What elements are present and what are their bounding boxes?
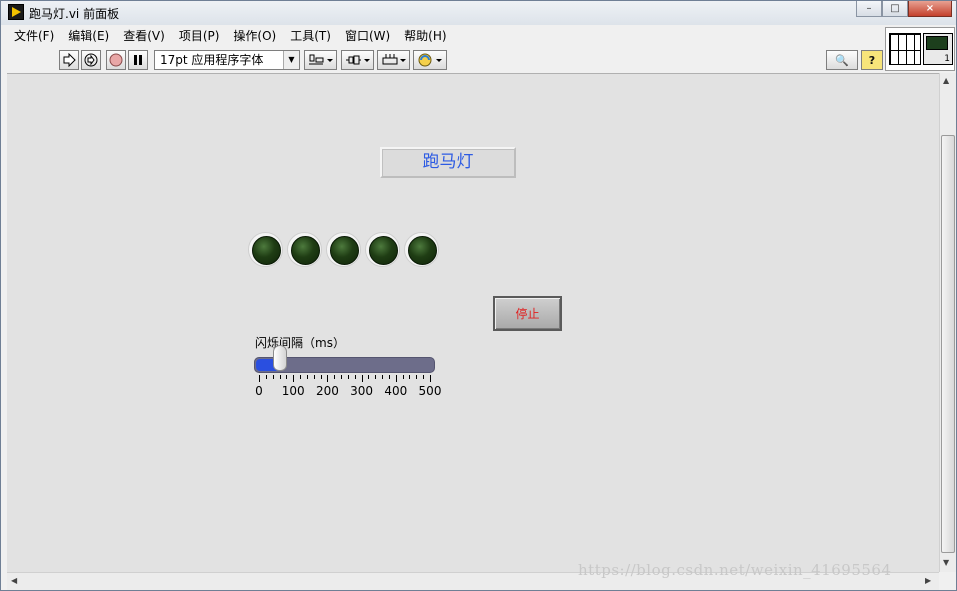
slider-tick	[395, 375, 397, 382]
slider-tick	[388, 375, 390, 379]
icon-connector-pane: 1	[885, 27, 955, 71]
slider-tick	[286, 375, 288, 379]
slider-tick	[382, 375, 384, 379]
font-select[interactable]: 17pt 应用程序字体 ▼	[154, 50, 300, 70]
slider-tick	[320, 375, 322, 379]
pause-button[interactable]	[128, 50, 148, 70]
toolbar: 17pt 应用程序字体 ▼ 🔍 ?	[7, 47, 884, 73]
resize-objects-button[interactable]	[377, 50, 410, 70]
font-select-value: 17pt 应用程序字体	[160, 53, 264, 67]
led-indicator[interactable]	[287, 232, 322, 267]
led-indicator[interactable]	[404, 232, 439, 267]
vertical-scrollbar[interactable]: ▲ ▼	[939, 73, 956, 572]
scroll-left-arrow-icon[interactable]: ◀	[11, 576, 17, 585]
slider-tick	[416, 375, 418, 379]
vi-icon-number: 1	[944, 54, 950, 64]
run-continuously-button[interactable]	[81, 50, 101, 70]
slider-tick	[347, 375, 349, 379]
slider-tick	[361, 375, 363, 382]
slider-tick	[313, 375, 315, 379]
slider-tick	[375, 375, 377, 379]
window-title: 跑马灯.vi 前面板	[29, 7, 120, 21]
scroll-right-arrow-icon[interactable]: ▶	[925, 576, 931, 585]
align-objects-button[interactable]	[304, 50, 337, 70]
abort-button[interactable]	[106, 50, 126, 70]
vi-icon[interactable]: 1	[923, 33, 953, 65]
watermark: https://blog.csdn.net/weixin_41695564	[578, 561, 892, 579]
run-button[interactable]	[59, 50, 79, 70]
menu-file[interactable]: 文件(F)	[7, 27, 61, 44]
slider-tick	[354, 375, 356, 379]
slider-tick	[334, 375, 336, 379]
interval-slider-thumb[interactable]	[272, 345, 287, 371]
slider-scale-ticks	[259, 375, 431, 383]
slider-tick	[259, 375, 260, 382]
led-indicator[interactable]	[365, 232, 400, 267]
title-bar: 跑马灯.vi 前面板 – □ ×	[1, 1, 956, 25]
slider-tick	[402, 375, 404, 379]
minimize-button[interactable]: –	[856, 1, 882, 17]
context-help-button[interactable]: ?	[861, 50, 883, 70]
stop-button-label: 停止	[515, 307, 540, 321]
vi-icon-screen	[926, 36, 948, 50]
slider-tick	[430, 375, 431, 382]
vertical-scroll-thumb[interactable]	[941, 135, 955, 553]
slider-tick-label: 0	[255, 384, 263, 398]
stop-sign-icon	[109, 53, 123, 67]
scroll-down-arrow-icon[interactable]: ▼	[943, 558, 949, 567]
slider-tick	[293, 375, 295, 382]
vi-front-panel-window: 跑马灯.vi 前面板 – □ × 文件(F) 编辑(E) 查看(V) 项目(P)…	[0, 0, 957, 591]
slider-tick	[279, 375, 281, 379]
restore-button[interactable]: □	[882, 1, 908, 17]
menu-bar: 文件(F) 编辑(E) 查看(V) 项目(P) 操作(O) 工具(T) 窗口(W…	[7, 25, 884, 45]
menu-project[interactable]: 项目(P)	[172, 27, 227, 44]
slider-tick-label: 400	[384, 384, 408, 398]
distribute-objects-icon	[345, 55, 370, 65]
slider-label: 闪烁间隔（ms）	[255, 336, 345, 350]
connector-pane-grid[interactable]	[889, 33, 921, 65]
menu-tools[interactable]: 工具(T)	[283, 27, 338, 44]
slider-tick	[300, 375, 302, 379]
slider-tick	[265, 375, 267, 379]
slider-tick	[341, 375, 343, 379]
chevron-down-icon: ▼	[283, 51, 299, 69]
slider-tick-label: 500	[418, 384, 442, 398]
slider-tick-label: 100	[281, 384, 305, 398]
help-icon: ?	[868, 53, 876, 67]
reorder-button[interactable]	[413, 50, 447, 70]
slider-tick	[423, 375, 425, 379]
led-indicator[interactable]	[248, 232, 283, 267]
resize-objects-icon	[382, 54, 406, 65]
align-objects-icon	[308, 54, 333, 65]
close-button[interactable]: ×	[908, 1, 952, 17]
pause-icon	[134, 55, 142, 65]
menu-operate[interactable]: 操作(O)	[226, 27, 283, 44]
run-continuously-icon	[84, 53, 98, 67]
stop-button[interactable]: 停止	[493, 296, 562, 331]
reorder-icon	[418, 53, 442, 67]
run-arrow-icon	[63, 53, 76, 67]
slider-tick	[368, 375, 370, 379]
scroll-up-arrow-icon[interactable]: ▲	[943, 76, 949, 85]
search-button[interactable]: 🔍	[826, 50, 858, 70]
slider-tick	[409, 375, 411, 379]
menu-view[interactable]: 查看(V)	[116, 27, 172, 44]
led-indicator[interactable]	[326, 232, 361, 267]
window-controls: – □ ×	[856, 1, 952, 17]
search-icon: 🔍	[835, 53, 849, 67]
distribute-objects-button[interactable]	[341, 50, 374, 70]
slider-tick-label: 300	[350, 384, 374, 398]
slider-tick	[327, 375, 329, 382]
labview-vi-icon	[8, 4, 24, 20]
slider-tick	[306, 375, 308, 379]
menu-help[interactable]: 帮助(H)	[397, 27, 453, 44]
menu-window[interactable]: 窗口(W)	[338, 27, 397, 44]
marquee-title-label: 跑马灯	[380, 147, 516, 178]
slider-tick	[272, 375, 274, 379]
slider-tick-label: 200	[315, 384, 339, 398]
menu-edit[interactable]: 编辑(E)	[61, 27, 116, 44]
